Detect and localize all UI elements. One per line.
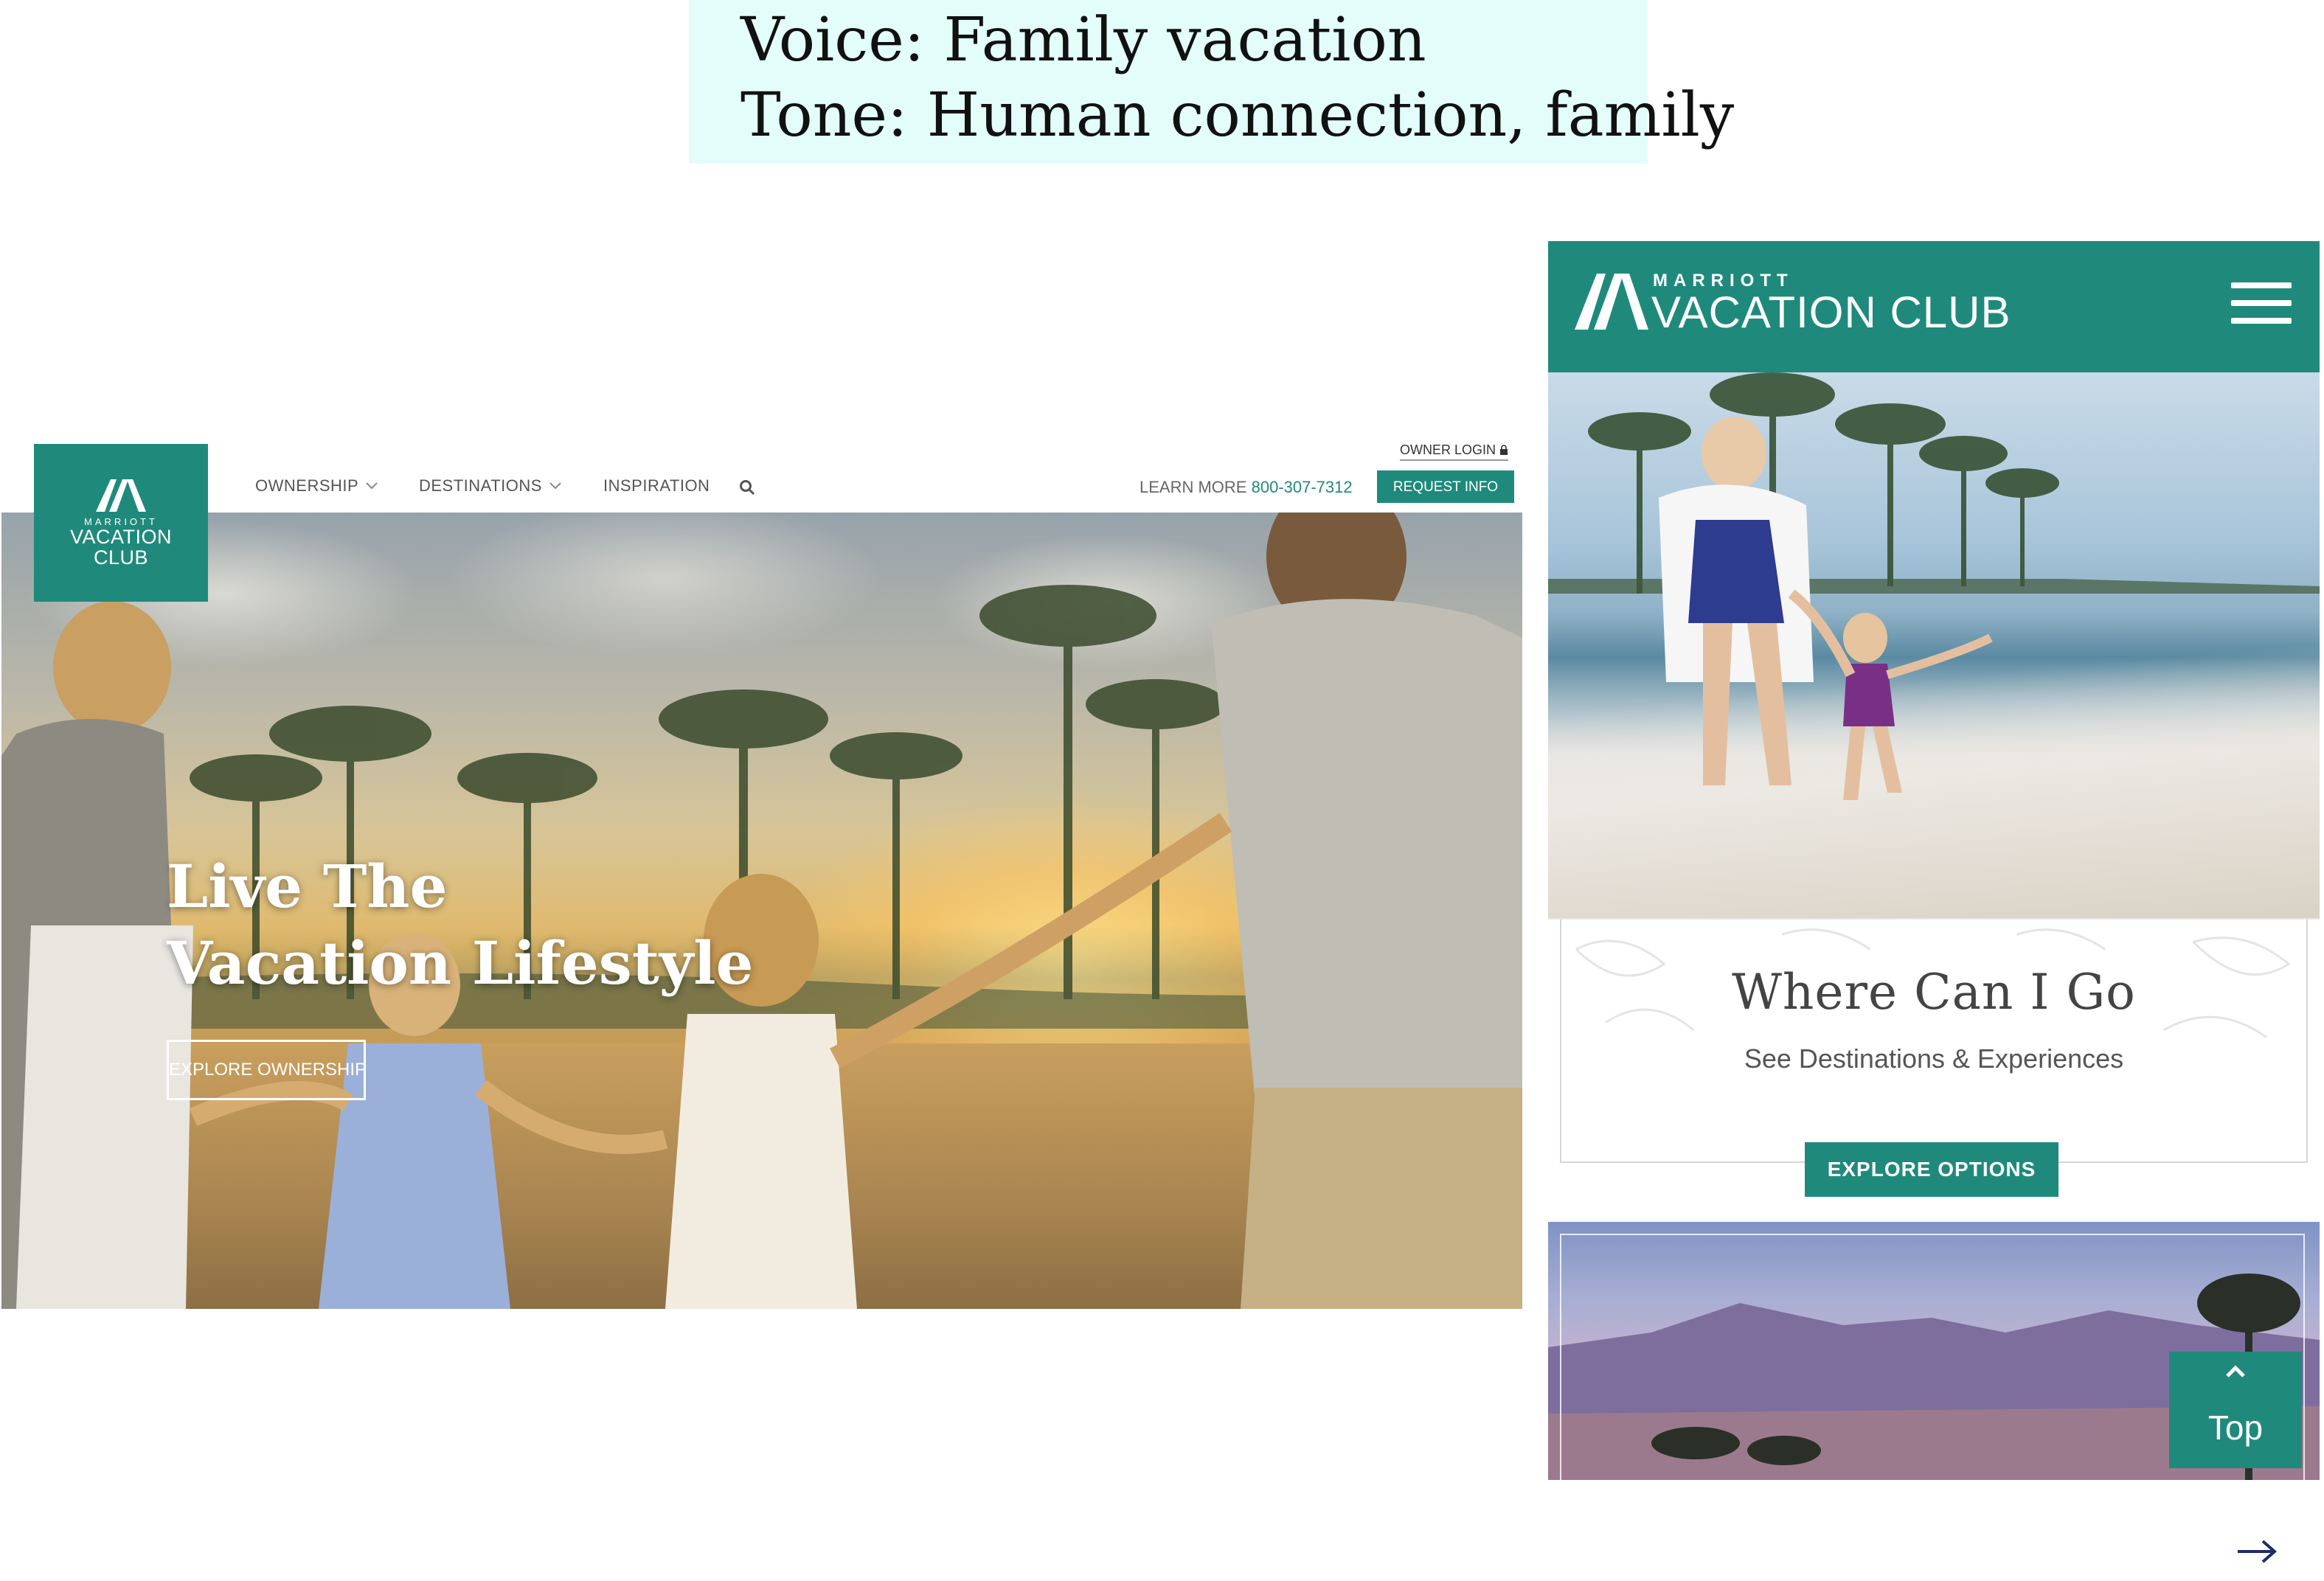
marriott-m-logo-icon bbox=[1575, 274, 1648, 330]
logo-line-club: CLUB bbox=[93, 546, 149, 569]
search-icon[interactable] bbox=[739, 479, 755, 496]
nav-ownership-label: OWNERSHIP bbox=[255, 476, 359, 495]
mobile-screenshot: MARRIOTT VACATION CLUB Where Can I Go Se… bbox=[1548, 241, 2320, 1480]
nav-inspiration-label: INSPIRATION bbox=[603, 476, 710, 495]
hero-headline-line2: Vacation Lifestyle bbox=[167, 928, 754, 998]
request-info-button[interactable]: REQUEST INFO bbox=[1377, 470, 1514, 503]
learn-more-text: LEARN MORE 800-307-7312 bbox=[1140, 478, 1353, 497]
desktop-screenshot: OWNERSHIP DESTINATIONS INSPIRATION OWNER… bbox=[0, 435, 1524, 1309]
logo-vacation-club-text: VACATION CLUB bbox=[34, 527, 208, 568]
chevron-up-icon bbox=[2169, 1365, 2302, 1380]
arrow-right-icon[interactable] bbox=[2235, 1537, 2279, 1566]
lock-icon bbox=[1500, 445, 1508, 455]
marriott-m-logo-icon bbox=[96, 479, 146, 512]
back-to-top-label: Top bbox=[2207, 1408, 2264, 1447]
owner-login-link[interactable]: OWNER LOGIN bbox=[1400, 442, 1509, 461]
chevron-down-icon bbox=[549, 482, 561, 490]
destinations-subtitle: See Destinations & Experiences bbox=[1744, 1043, 2124, 1074]
learn-more-label: LEARN MORE bbox=[1140, 478, 1247, 496]
chevron-down-icon bbox=[366, 482, 378, 490]
phone-number-link[interactable]: 800-307-7312 bbox=[1252, 478, 1353, 496]
nav-inspiration[interactable]: INSPIRATION bbox=[603, 476, 710, 496]
hamburger-menu-icon[interactable] bbox=[2225, 279, 2296, 327]
hamburger-line bbox=[2231, 300, 2292, 306]
annotation-voice: Voice: Family vacation bbox=[740, 5, 1426, 75]
desktop-logo[interactable]: MARRIOTT VACATION CLUB bbox=[34, 444, 208, 602]
mobile-header: MARRIOTT VACATION CLUB bbox=[1548, 241, 2320, 372]
hamburger-line bbox=[2231, 318, 2292, 324]
nav-destinations[interactable]: DESTINATIONS bbox=[419, 476, 561, 496]
hamburger-line bbox=[2231, 282, 2292, 288]
nav-ownership[interactable]: OWNERSHIP bbox=[255, 476, 378, 496]
where-can-i-go-heading: Where Can I Go bbox=[1732, 964, 2136, 1021]
hero-headline: Live The Vacation Lifestyle bbox=[167, 848, 754, 1001]
back-to-top-button[interactable]: Top bbox=[2169, 1352, 2302, 1468]
mobile-logo-vacation-club-text: VACATION CLUB bbox=[1651, 288, 2011, 337]
mobile-hero-scene bbox=[1548, 372, 2320, 800]
destinations-card: Where Can I Go See Destinations & Experi… bbox=[1560, 920, 2308, 1163]
mobile-hero-image bbox=[1548, 372, 2320, 920]
logo-line-vacation: VACATION bbox=[69, 526, 172, 548]
nav-destinations-label: DESTINATIONS bbox=[419, 476, 542, 495]
annotation-box: Voice: Family vacation Tone: Human conne… bbox=[689, 0, 1735, 164]
owner-login-label: OWNER LOGIN bbox=[1400, 442, 1496, 457]
explore-ownership-button[interactable]: EXPLORE OWNERSHIP bbox=[167, 1040, 367, 1100]
hero-headline-line1: Live The bbox=[167, 852, 448, 921]
explore-options-button[interactable]: EXPLORE OPTIONS bbox=[1805, 1142, 2058, 1197]
desktop-nav-bar: OWNERSHIP DESTINATIONS INSPIRATION OWNER… bbox=[0, 435, 1524, 512]
annotation-tone: Tone: Human connection, family bbox=[740, 80, 1735, 150]
